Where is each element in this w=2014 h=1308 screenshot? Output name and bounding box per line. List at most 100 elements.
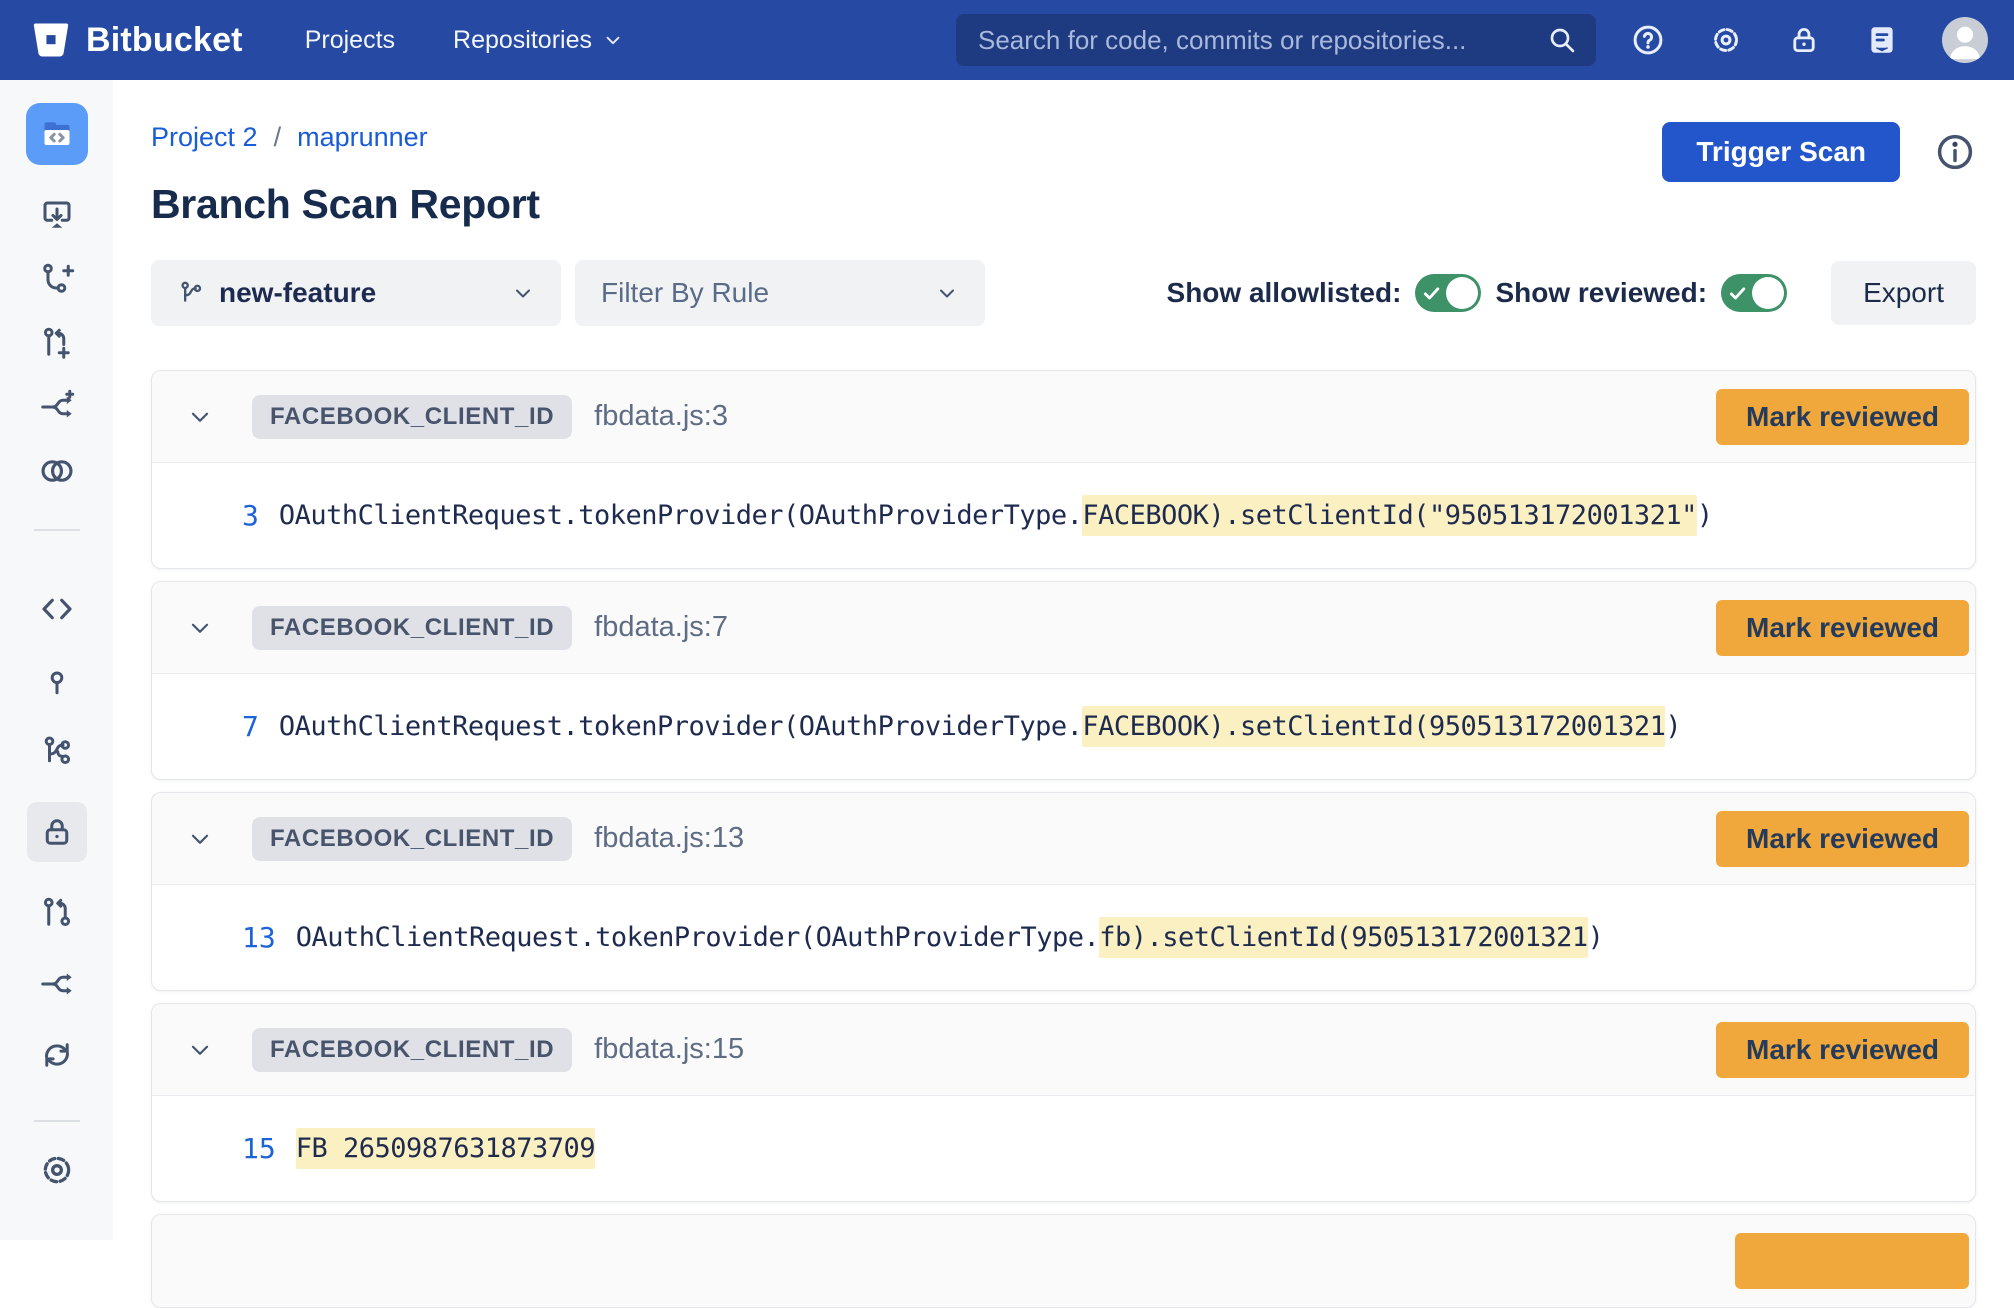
line-number: 3 xyxy=(242,499,259,532)
sidebar-item-forks[interactable] xyxy=(37,964,77,1004)
chevron-down-icon xyxy=(511,281,535,305)
security-lock-icon xyxy=(39,814,75,850)
branches-icon xyxy=(39,733,75,769)
line-number: 15 xyxy=(242,1132,276,1165)
mark-reviewed-button[interactable]: Mark reviewed xyxy=(1716,1022,1969,1078)
clone-icon xyxy=(39,197,75,233)
help-icon[interactable] xyxy=(1630,22,1666,58)
sidebar-item-pipelines[interactable] xyxy=(37,1035,77,1075)
code-line: OAuthClientRequest.tokenProvider(OAuthPr… xyxy=(279,711,1681,742)
sidebar-item-clone[interactable] xyxy=(37,195,77,235)
mark-reviewed-button[interactable]: Mark reviewed xyxy=(1716,389,1969,445)
show-reviewed-label: Show reviewed: xyxy=(1495,277,1707,309)
fork-arrows-icon xyxy=(39,389,75,425)
code-line: FB 2650987631873709 xyxy=(296,1133,595,1164)
sidebar-item-create-branch[interactable] xyxy=(37,259,77,299)
show-allowlisted-label: Show allowlisted: xyxy=(1167,277,1402,309)
changelog-icon[interactable] xyxy=(1864,22,1900,58)
show-allowlisted-toggle[interactable] xyxy=(1415,274,1481,312)
branch-select[interactable]: new-feature xyxy=(151,260,561,326)
check-icon xyxy=(1422,283,1442,303)
bitbucket-logo-icon xyxy=(30,19,72,61)
commits-icon xyxy=(39,662,75,698)
secret-highlight: FACEBOOK).setClientId("950513172001321" xyxy=(1082,495,1696,536)
create-pull-request-icon xyxy=(39,325,75,361)
mark-reviewed-button[interactable]: Mark reviewed xyxy=(1716,600,1969,656)
secret-highlight: FB 2650987631873709 xyxy=(296,1128,595,1169)
secret-highlight: fb).setClientId(950513172001321 xyxy=(1099,917,1587,958)
breadcrumb-project-link[interactable]: Project 2 xyxy=(151,122,258,153)
collapse-chevron-icon[interactable] xyxy=(180,819,220,859)
search-input[interactable] xyxy=(978,25,1546,56)
sidebar-item-compare[interactable] xyxy=(37,451,77,491)
collapse-chevron-icon[interactable] xyxy=(180,1030,220,1070)
mark-reviewed-button[interactable] xyxy=(1735,1233,1969,1289)
forks-icon xyxy=(39,966,75,1002)
findings-list: FACEBOOK_CLIENT_ID fbdata.js:3 Mark revi… xyxy=(151,370,1976,1308)
sidebar-item-create-pull-request[interactable] xyxy=(37,323,77,363)
lock-icon[interactable] xyxy=(1786,22,1822,58)
mark-reviewed-button[interactable]: Mark reviewed xyxy=(1716,811,1969,867)
check-icon xyxy=(1728,283,1748,303)
breadcrumb-separator: / xyxy=(274,122,282,153)
collapse-chevron-icon[interactable] xyxy=(180,397,220,437)
chevron-down-icon xyxy=(602,29,624,51)
finding-card: FACEBOOK_CLIENT_ID fbdata.js:3 Mark revi… xyxy=(151,370,1976,569)
finding-card: FACEBOOK_CLIENT_ID fbdata.js:7 Mark revi… xyxy=(151,581,1976,780)
page-title: Branch Scan Report xyxy=(151,181,540,228)
sidebar-item-source[interactable] xyxy=(37,589,77,629)
create-branch-icon xyxy=(39,261,75,297)
line-number: 7 xyxy=(242,710,259,743)
file-location: fbdata.js:15 xyxy=(594,1033,744,1066)
sidebar-item-security[interactable] xyxy=(27,802,87,862)
avatar[interactable] xyxy=(1942,17,1988,63)
toggle-knob xyxy=(1446,277,1478,309)
breadcrumb-repo-link[interactable]: maprunner xyxy=(297,122,428,153)
settings-gear-icon[interactable] xyxy=(1708,22,1744,58)
branch-select-value: new-feature xyxy=(219,277,376,309)
sidebar-item-branches[interactable] xyxy=(37,731,77,771)
line-number: 13 xyxy=(242,921,276,954)
sidebar-item-settings[interactable] xyxy=(37,1150,77,1190)
top-navigation: Bitbucket Projects Repositories xyxy=(0,0,2014,80)
finding-card: FACEBOOK_CLIENT_ID fbdata.js:13 Mark rev… xyxy=(151,792,1976,991)
branch-icon xyxy=(177,279,205,307)
bitbucket-home-link[interactable]: Bitbucket xyxy=(30,19,243,61)
show-reviewed-toggle[interactable] xyxy=(1721,274,1787,312)
file-location: fbdata.js:3 xyxy=(594,400,728,433)
finding-card: FACEBOOK_CLIENT_ID fbdata.js:15 Mark rev… xyxy=(151,1003,1976,1202)
sidebar xyxy=(0,80,113,1240)
rule-badge: FACEBOOK_CLIENT_ID xyxy=(252,606,572,650)
sidebar-divider xyxy=(34,529,80,531)
breadcrumb: Project 2 / maprunner xyxy=(151,122,540,153)
sidebar-item-repository[interactable] xyxy=(26,103,88,165)
file-location: fbdata.js:7 xyxy=(594,611,728,644)
sidebar-item-commits[interactable] xyxy=(37,660,77,700)
nav-repositories[interactable]: Repositories xyxy=(453,26,624,55)
rule-filter-select[interactable]: Filter By Rule xyxy=(575,260,985,326)
export-button[interactable]: Export xyxy=(1831,261,1976,325)
collapse-chevron-icon[interactable] xyxy=(180,608,220,648)
main-content: Project 2 / maprunner Branch Scan Report… xyxy=(113,80,2014,1240)
chevron-down-icon xyxy=(935,281,959,305)
rule-badge: FACEBOOK_CLIENT_ID xyxy=(252,817,572,861)
global-search[interactable] xyxy=(956,14,1596,66)
file-location: fbdata.js:13 xyxy=(594,822,744,855)
code-line: OAuthClientRequest.tokenProvider(OAuthPr… xyxy=(296,922,1604,953)
repository-folder-icon xyxy=(37,114,77,154)
rule-badge: FACEBOOK_CLIENT_ID xyxy=(252,1028,572,1072)
info-icon[interactable] xyxy=(1934,131,1976,173)
sidebar-item-pull-requests[interactable] xyxy=(37,893,77,933)
compare-icon xyxy=(38,452,76,490)
pull-requests-icon xyxy=(39,895,75,931)
search-icon[interactable] xyxy=(1546,24,1578,56)
nav-projects[interactable]: Projects xyxy=(305,26,395,55)
sidebar-item-forks-top[interactable] xyxy=(37,387,77,427)
pipelines-sync-icon xyxy=(39,1037,75,1073)
rule-filter-placeholder: Filter By Rule xyxy=(601,277,769,309)
secret-highlight: FACEBOOK).setClientId(950513172001321 xyxy=(1082,706,1665,747)
rule-badge: FACEBOOK_CLIENT_ID xyxy=(252,395,572,439)
trigger-scan-button[interactable]: Trigger Scan xyxy=(1662,122,1900,182)
toggle-knob xyxy=(1752,277,1784,309)
finding-card xyxy=(151,1214,1976,1308)
